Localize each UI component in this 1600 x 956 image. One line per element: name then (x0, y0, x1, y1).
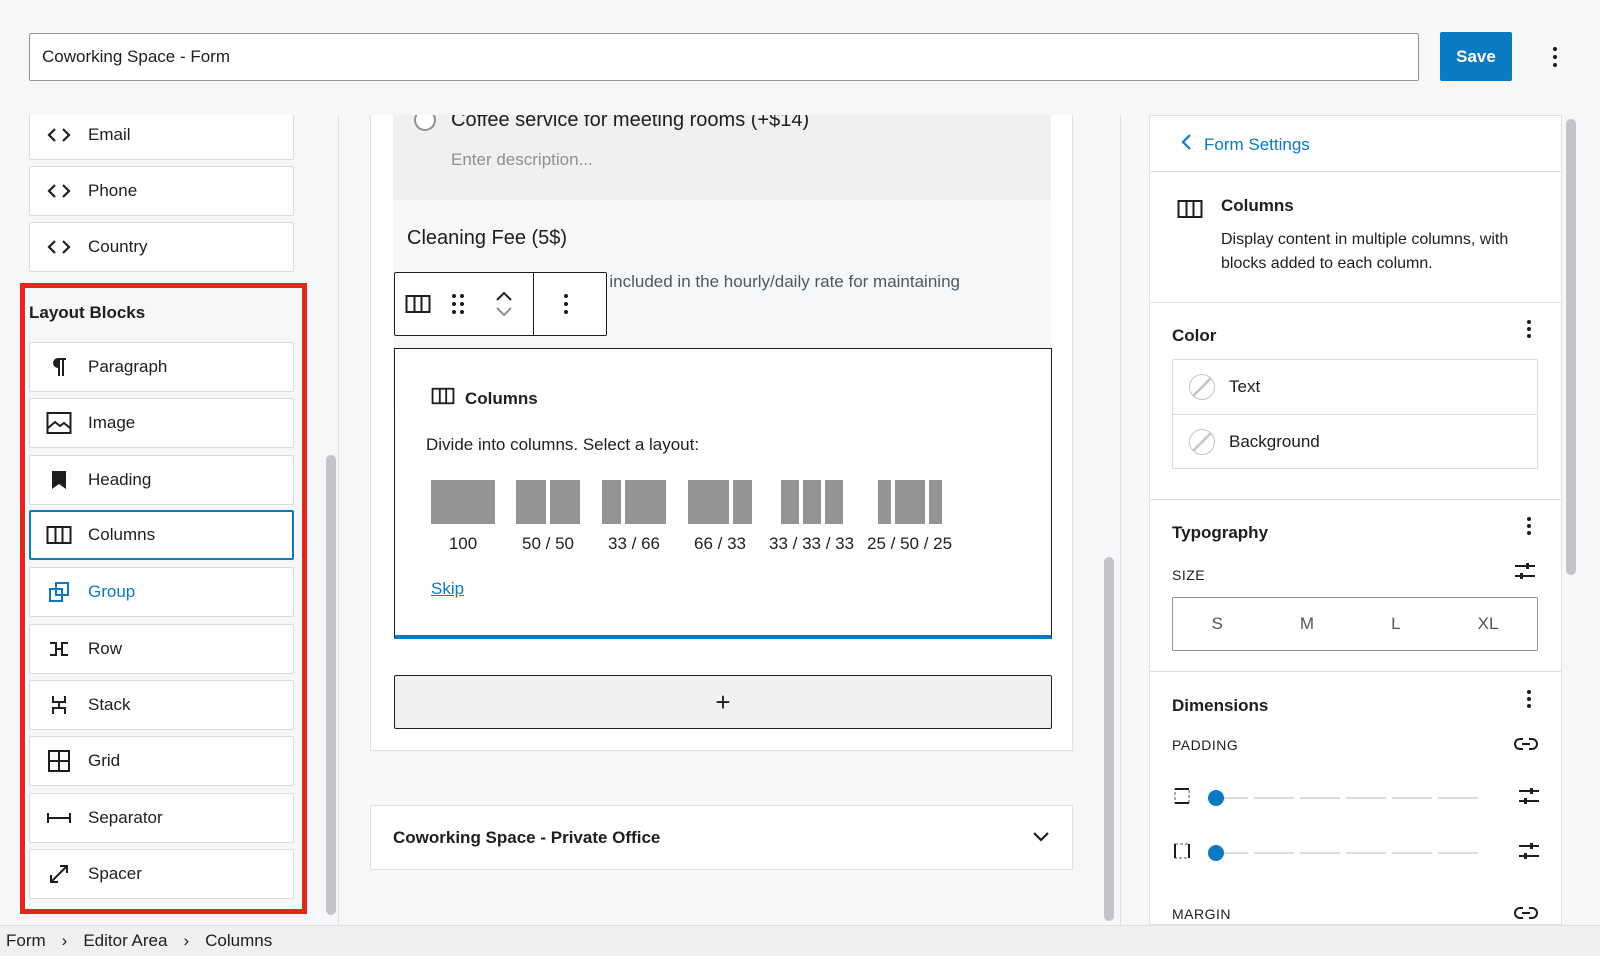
color-option-label: Text (1229, 377, 1261, 396)
color-panel-title[interactable]: Color (1172, 326, 1216, 346)
settings-header: Form Settings (1150, 116, 1561, 172)
collapsed-form-title: Coworking Space - Private Office (393, 827, 661, 847)
columns-instruction: Divide into columns. Select a layout: (426, 435, 700, 454)
form-settings-back-button[interactable]: Form Settings (1180, 133, 1310, 156)
chevron-left-icon (1180, 133, 1192, 156)
more-options-icon[interactable] (1527, 320, 1531, 338)
more-options-icon[interactable] (1545, 40, 1565, 74)
block-item-label: Email (88, 125, 131, 144)
drag-handle-icon[interactable] (441, 273, 475, 335)
size-option-l[interactable]: L (1391, 614, 1400, 634)
color-swatch-icon (1189, 428, 1215, 455)
settings-sliders-icon[interactable] (1518, 786, 1540, 811)
more-options-icon[interactable] (1527, 690, 1531, 708)
slider-knob[interactable] (1208, 790, 1224, 806)
form-title-input[interactable]: Coworking Space - Form (29, 33, 1419, 81)
padding-vertical-icon (1172, 786, 1192, 811)
form-card: Coffee service for meeting rooms (+$14) … (370, 115, 1073, 751)
add-block-button[interactable]: + (394, 675, 1052, 729)
padding-horizontal-slider[interactable] (1208, 843, 1498, 863)
cleaning-fee-description[interactable]: r included in the hourly/daily rate for … (599, 272, 960, 292)
settings-panel: Form Settings Columns Display content in… (1149, 115, 1562, 925)
breadcrumb-item-form[interactable]: Form (6, 931, 46, 951)
dimensions-panel-title[interactable]: Dimensions (1172, 696, 1268, 716)
color-option-background[interactable]: Background (1173, 414, 1537, 468)
size-option-s[interactable]: S (1212, 614, 1223, 634)
save-button[interactable]: Save (1440, 32, 1512, 81)
padding-horizontal-icon (1172, 841, 1192, 866)
form-settings-label: Form Settings (1204, 134, 1310, 154)
color-option-text[interactable]: Text (1173, 360, 1537, 414)
size-option-m[interactable]: M (1300, 614, 1314, 634)
cleaning-fee-title[interactable]: Cleaning Fee (5$) (407, 227, 567, 250)
block-toolbar (394, 272, 607, 336)
columns-icon (431, 386, 455, 411)
color-option-label: Background (1229, 431, 1320, 451)
font-size-picker: S M L XL (1172, 597, 1538, 651)
chevron-right-icon: › (61, 931, 68, 950)
canvas-scrollbar[interactable] (1104, 557, 1114, 921)
columns-placeholder-heading: Columns (431, 386, 538, 411)
block-item-email[interactable]: Email (29, 115, 294, 160)
settings-sliders-icon[interactable] (1514, 561, 1536, 586)
typography-panel-title[interactable]: Typography (1172, 523, 1268, 543)
divider (338, 115, 339, 925)
block-info-title: Columns (1221, 196, 1294, 215)
top-bar: Coworking Space - Form Save (0, 0, 1600, 115)
block-item-label: Country (88, 237, 148, 256)
block-item-country[interactable]: Country (29, 222, 294, 272)
link-sides-icon[interactable] (1514, 905, 1538, 924)
option-block: Coffee service for meeting rooms (+$14) … (393, 115, 1051, 200)
link-sides-icon[interactable] (1514, 736, 1538, 757)
move-up-down-icon[interactable] (475, 273, 533, 335)
layout-blocks-highlight (20, 283, 307, 914)
editor-canvas: Coffee service for meeting rooms (+$14) … (370, 115, 1073, 925)
padding-horizontal-control (1172, 841, 1540, 866)
layout-option-25-50-25[interactable]: 25 / 50 / 25 (867, 480, 952, 554)
settings-sliders-icon[interactable] (1518, 841, 1540, 866)
more-options-icon[interactable] (1527, 517, 1531, 535)
chevron-down-icon[interactable] (1032, 828, 1050, 848)
layout-option-33-33-33[interactable]: 33 / 33 / 33 (769, 480, 854, 554)
columns-icon (1177, 198, 1203, 225)
block-item-phone[interactable]: Phone (29, 166, 294, 216)
divider (1120, 115, 1121, 925)
sidebar-scrollbar[interactable] (326, 455, 336, 915)
settings-scrollbar[interactable] (1566, 119, 1576, 575)
code-icon (46, 178, 72, 204)
layout-option-100[interactable]: 100 (431, 480, 495, 554)
layout-option-50-50[interactable]: 50 / 50 (516, 480, 580, 554)
breadcrumb: Form › Editor Area › Columns (0, 925, 1600, 956)
padding-label: PADDING (1172, 737, 1239, 753)
breadcrumb-item-editor-area[interactable]: Editor Area (83, 931, 167, 951)
code-icon (46, 234, 72, 260)
layout-option-66-33[interactable]: 66 / 33 (688, 480, 752, 554)
size-label: SIZE (1172, 567, 1206, 583)
margin-label: MARGIN (1172, 906, 1231, 922)
size-option-xl[interactable]: XL (1478, 614, 1499, 634)
columns-placeholder: Columns Divide into columns. Select a la… (394, 348, 1052, 639)
breadcrumb-item-columns[interactable]: Columns (205, 931, 272, 951)
more-options-icon[interactable] (534, 273, 598, 335)
layout-option-33-66[interactable]: 33 / 66 (602, 480, 666, 554)
color-options: Text Background (1172, 359, 1538, 469)
option-radio[interactable] (414, 115, 436, 131)
description-placeholder[interactable]: Enter description... (451, 150, 593, 170)
padding-vertical-slider[interactable] (1208, 788, 1498, 808)
chevron-right-icon: › (183, 931, 190, 950)
block-info-description: Display content in multiple columns, wit… (1221, 231, 1509, 272)
columns-placeholder-title: Columns (465, 388, 538, 408)
code-icon (46, 122, 72, 148)
skip-link[interactable]: Skip (431, 579, 464, 599)
padding-vertical-control (1172, 786, 1540, 811)
block-item-label: Phone (88, 181, 138, 200)
collapsed-form-card[interactable]: Coworking Space - Private Office (370, 805, 1073, 870)
option-label[interactable]: Coffee service for meeting rooms (+$14) (451, 115, 809, 132)
slider-knob[interactable] (1208, 845, 1224, 861)
columns-icon[interactable] (395, 273, 441, 335)
color-swatch-icon (1189, 374, 1215, 400)
